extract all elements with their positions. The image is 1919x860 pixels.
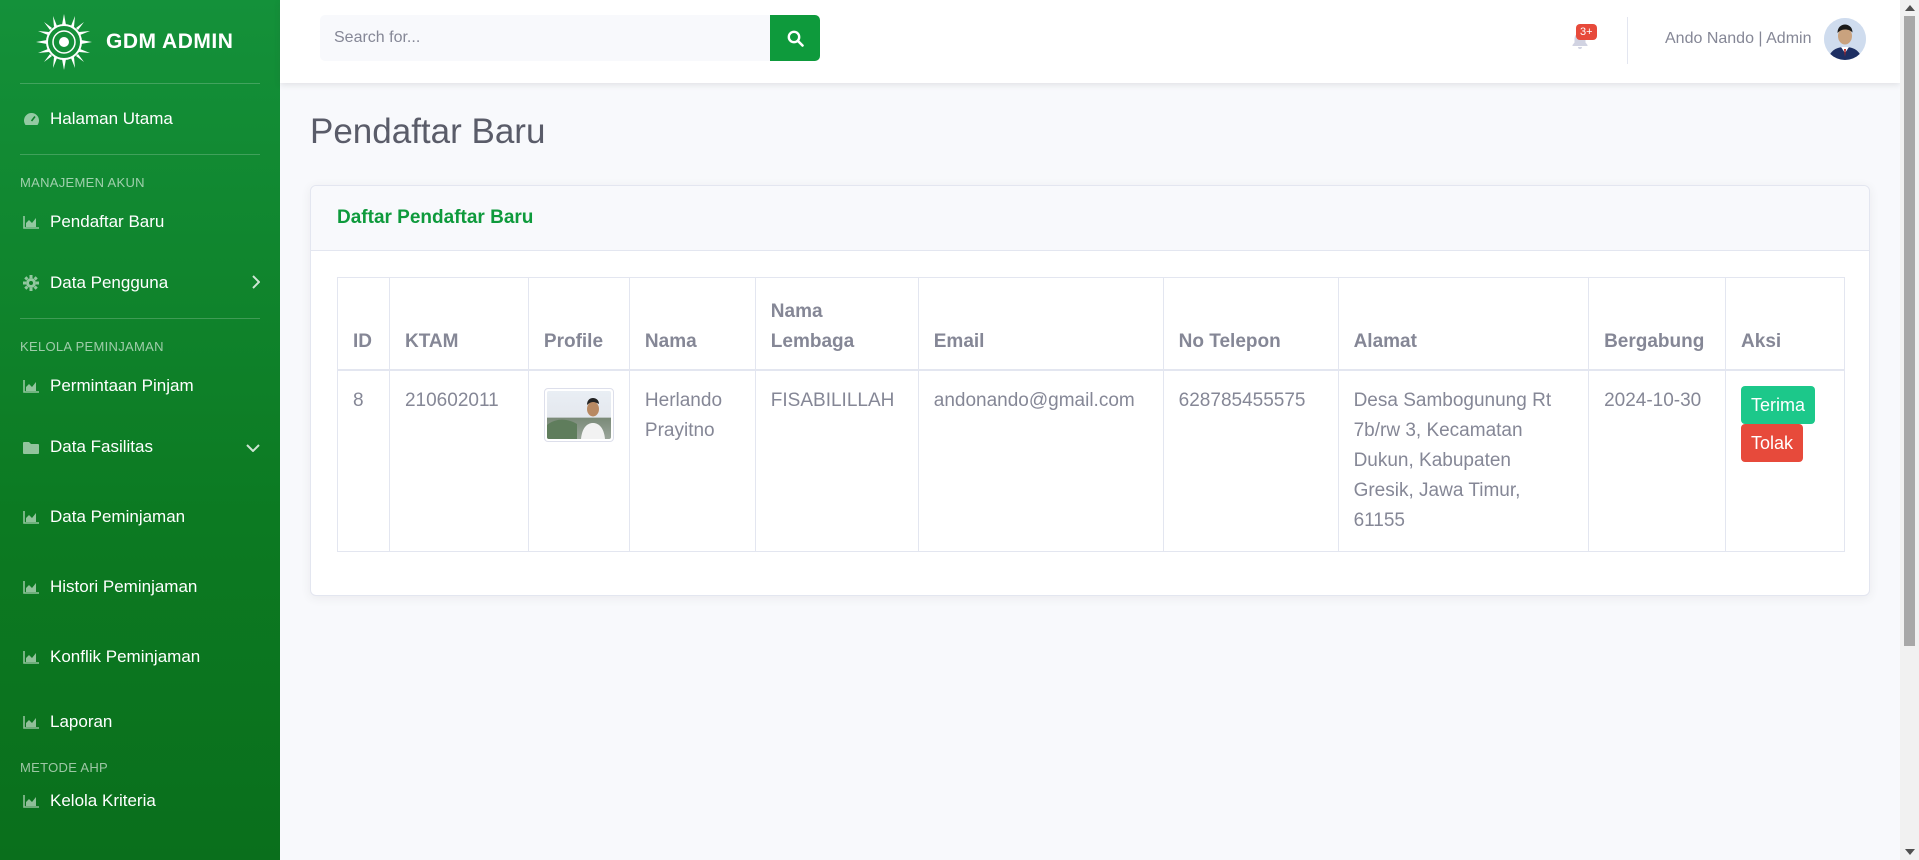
brand[interactable]: GDM ADMIN (0, 0, 280, 83)
user-name[interactable]: Ando Nando | Admin (1665, 30, 1811, 48)
cell-id: 8 (337, 369, 390, 552)
card-header: Daftar Pendaftar Baru (311, 186, 1869, 251)
col-header-email[interactable]: Email (917, 277, 1164, 371)
chart-area-icon (22, 213, 40, 231)
sidebar-heading-manajemen-akun: MANAJEMEN AKUN (20, 175, 145, 190)
cell-aksi: Terima Tolak (1725, 369, 1845, 552)
cog-icon (22, 274, 40, 292)
tachometer-icon (22, 110, 40, 128)
card-title: Daftar Pendaftar Baru (337, 207, 534, 228)
scrollbar-thumb[interactable] (1904, 16, 1915, 646)
sidebar-item-label: Laporan (50, 712, 113, 731)
topbar: 3+ Ando Nando | Admin (280, 0, 1900, 83)
col-header-alamat[interactable]: Alamat (1337, 277, 1590, 371)
chart-area-icon (22, 578, 40, 596)
sidebar: GDM ADMIN Halaman Utama MANAJEMEN AKUN P… (0, 0, 280, 860)
sidebar-item-label: Kelola Kriteria (50, 791, 156, 810)
muhammadiyah-logo-icon (36, 13, 92, 70)
sidebar-item-data-peminjaman[interactable]: Data Peminjaman (0, 482, 280, 552)
sidebar-item-permintaan-pinjam[interactable]: Permintaan Pinjam (0, 360, 280, 412)
sidebar-item-laporan[interactable]: Laporan (0, 692, 280, 752)
chart-area-icon (22, 792, 40, 810)
chart-area-icon (22, 648, 40, 666)
cell-ktam: 210602011 (388, 369, 529, 552)
vertical-scrollbar[interactable] (1900, 0, 1919, 860)
col-header-bergabung[interactable]: Bergabung (1588, 277, 1727, 371)
cell-nama: Herlando Prayitno (628, 369, 756, 552)
chart-area-icon (22, 508, 40, 526)
notification-count-badge: 3+ (1576, 24, 1597, 40)
folder-icon (22, 438, 40, 456)
table-row: 8 210602011 Herlando Prayitno FISABILILL… (337, 369, 1845, 552)
search-icon (787, 30, 804, 47)
sidebar-item-label: Data Pengguna (50, 273, 169, 292)
sidebar-item-halaman-utama[interactable]: Halaman Utama (0, 84, 280, 154)
table-header-row: ID KTAM Profile Nama Nama Lembaga Email … (337, 277, 1845, 371)
col-header-id[interactable]: ID (337, 277, 390, 371)
col-header-ktam[interactable]: KTAM (388, 277, 529, 371)
scroll-up-arrow-icon[interactable] (1905, 5, 1915, 11)
registrants-table: ID KTAM Profile Nama Nama Lembaga Email … (337, 277, 1845, 552)
avatar-image (1824, 18, 1866, 60)
accept-button[interactable]: Terima (1741, 385, 1816, 424)
profile-thumbnail[interactable] (543, 387, 614, 442)
cell-alamat: Desa Sambogunung Rt 7b/rw 3, Kecamatan D… (1337, 369, 1590, 552)
registrants-card: Daftar Pendaftar Baru ID KTAM Profile Na… (310, 185, 1870, 596)
sidebar-heading-metode-ahp: METODE AHP (20, 760, 109, 775)
col-header-aksi[interactable]: Aksi (1725, 277, 1845, 371)
scroll-down-arrow-icon[interactable] (1905, 849, 1915, 855)
col-header-nama[interactable]: Nama (628, 277, 756, 371)
cell-bergabung: 2024-10-30 (1588, 369, 1727, 552)
col-header-no-telepon[interactable]: No Telepon (1162, 277, 1339, 371)
user-avatar[interactable] (1824, 18, 1866, 60)
cell-nama-lembaga: FISABILILLAH (754, 369, 919, 552)
chart-area-icon (22, 377, 40, 395)
reject-button[interactable]: Tolak (1741, 423, 1804, 462)
sidebar-item-label: Data Fasilitas (50, 437, 153, 456)
profile-photo (546, 390, 611, 439)
sidebar-heading-kelola-peminjaman: KELOLA PEMINJAMAN (20, 339, 164, 354)
sidebar-item-data-pengguna[interactable]: Data Pengguna (0, 248, 280, 318)
sidebar-item-label: Histori Peminjaman (50, 577, 198, 596)
sidebar-item-label: Konflik Peminjaman (50, 647, 201, 666)
cell-profile (527, 369, 630, 552)
sidebar-item-pendaftar-baru[interactable]: Pendaftar Baru (0, 196, 280, 248)
sidebar-item-histori-peminjaman[interactable]: Histori Peminjaman (0, 552, 280, 622)
topbar-divider (1627, 17, 1628, 64)
col-header-profile[interactable]: Profile (527, 277, 630, 371)
sidebar-item-label: Halaman Utama (50, 109, 173, 128)
col-header-nama-lembaga[interactable]: Nama Lembaga (754, 277, 919, 371)
sidebar-item-konflik-peminjaman[interactable]: Konflik Peminjaman (0, 622, 280, 692)
cell-no-telepon: 628785455575 (1162, 369, 1339, 552)
sidebar-item-label: Data Peminjaman (50, 507, 186, 526)
brand-name: GDM ADMIN (106, 29, 234, 53)
cell-email: andonando@gmail.com (917, 369, 1164, 552)
search-button[interactable] (770, 15, 820, 61)
chart-area-icon (22, 713, 40, 731)
search-form (320, 15, 820, 61)
sidebar-item-label: Permintaan Pinjam (50, 376, 194, 395)
chevron-down-icon (246, 439, 260, 455)
chevron-right-icon (251, 274, 261, 292)
search-input[interactable] (320, 15, 770, 61)
page-title: Pendaftar Baru (310, 112, 546, 151)
sidebar-item-label: Pendaftar Baru (50, 212, 165, 231)
sidebar-item-kelola-kriteria[interactable]: Kelola Kriteria (0, 781, 280, 821)
sidebar-item-data-fasilitas[interactable]: Data Fasilitas (0, 412, 280, 482)
